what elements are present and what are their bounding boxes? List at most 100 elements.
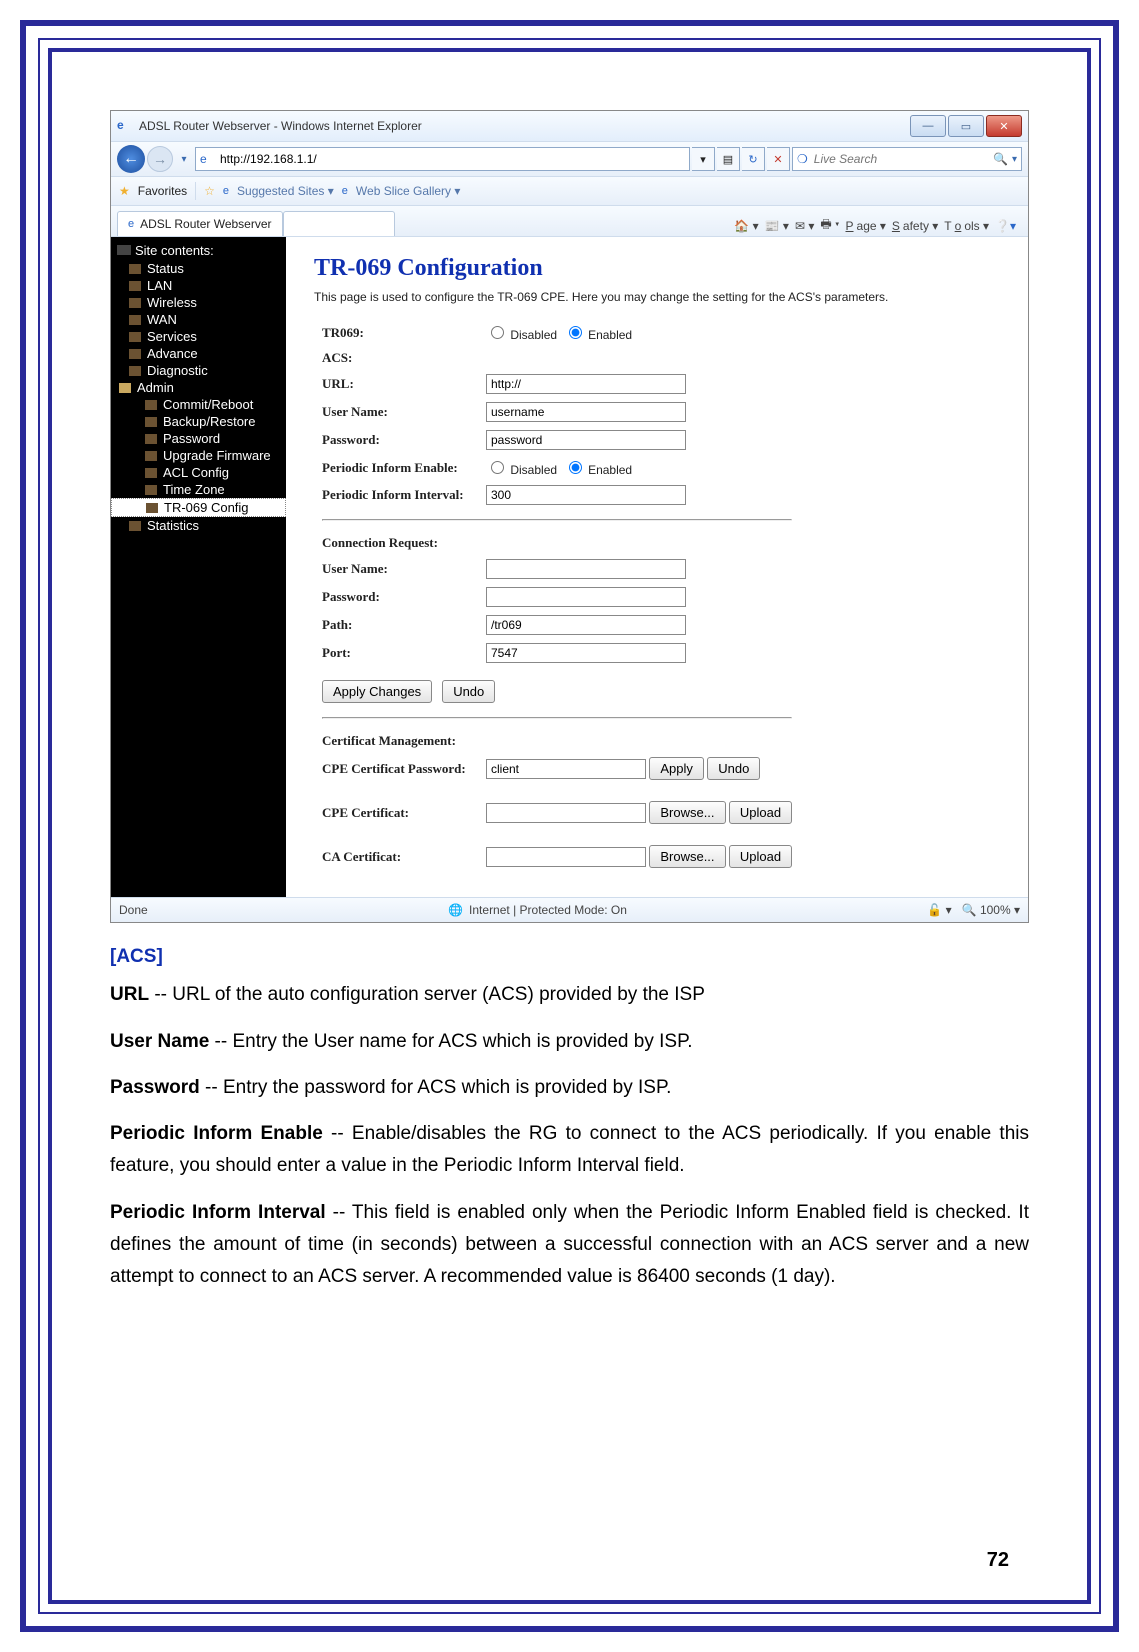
- label-cpe-cert-password: CPE Certificat Password:: [316, 754, 478, 783]
- pie-disabled-radio[interactable]: [491, 461, 504, 474]
- p-password: Password -- Entry the password for ACS w…: [110, 1072, 1029, 1104]
- cr-username-input[interactable]: [486, 559, 686, 579]
- favorites-label[interactable]: Favorites: [138, 184, 187, 198]
- p-url: URL -- URL of the auto configuration ser…: [110, 979, 1029, 1011]
- mail-button[interactable]: ✉ ▾: [795, 219, 814, 233]
- compat-view-button[interactable]: ▤: [717, 147, 740, 171]
- address-bar: e: [195, 147, 690, 171]
- ca-cert-path-input[interactable]: [486, 847, 646, 867]
- label-url: URL:: [316, 371, 478, 397]
- suggested-star-icon: ☆: [204, 184, 215, 198]
- ie-command-bar: 🏠 ▾ 📰 ▾ ✉ ▾ 🖶 ▾ PPageage ▾ Safety ▾ Tool…: [395, 215, 1022, 236]
- label-port: Port:: [316, 640, 478, 666]
- page-menu[interactable]: PPageage ▾: [846, 219, 886, 233]
- new-tab-button[interactable]: [283, 211, 395, 236]
- acs-username-input[interactable]: [486, 402, 686, 422]
- ie-favicon-icon: e: [117, 118, 133, 134]
- sidebar-item-upgrade-firmware[interactable]: Upgrade Firmware: [111, 447, 286, 464]
- label-password: Password:: [316, 427, 478, 453]
- path-input[interactable]: [486, 615, 686, 635]
- help-button[interactable]: ❔▾: [995, 219, 1016, 233]
- close-button[interactable]: ✕: [986, 115, 1022, 137]
- divider: [322, 519, 792, 521]
- sidebar-item-statistics[interactable]: Statistics: [111, 517, 286, 534]
- sidebar-item-wireless[interactable]: Wireless: [111, 294, 286, 311]
- sidebar-title: Site contents:: [111, 241, 286, 260]
- sidebar-item-diagnostic[interactable]: Diagnostic: [111, 362, 286, 379]
- search-icon[interactable]: 🔍: [993, 152, 1008, 166]
- recent-pages-button[interactable]: ▾: [177, 145, 191, 173]
- label-path: Path:: [316, 612, 478, 638]
- folder-icon: [129, 521, 141, 531]
- sidebar-item-acl-config[interactable]: ACL Config: [111, 464, 286, 481]
- search-dropdown[interactable]: ▾: [1012, 154, 1017, 165]
- folder-icon: [145, 485, 157, 495]
- tr069-enabled-radio[interactable]: [569, 326, 582, 339]
- cpe-browse-button[interactable]: Browse...: [649, 801, 725, 824]
- bing-icon: ❍: [797, 152, 808, 166]
- ca-browse-button[interactable]: Browse...: [649, 845, 725, 868]
- cpe-upload-button[interactable]: Upload: [729, 801, 792, 824]
- port-input[interactable]: [486, 643, 686, 663]
- folder-icon: [129, 366, 141, 376]
- protected-mode-icon[interactable]: 🔓 ▾: [927, 903, 951, 917]
- home-button[interactable]: 🏠 ▾: [734, 219, 758, 233]
- page-heading: TR-069 Configuration: [314, 255, 1000, 282]
- sidebar-item-password[interactable]: Password: [111, 430, 286, 447]
- maximize-button[interactable]: ▭: [948, 115, 984, 137]
- feeds-button[interactable]: 📰 ▾: [765, 219, 789, 233]
- sidebar-item-lan[interactable]: LAN: [111, 277, 286, 294]
- forward-button[interactable]: →: [147, 146, 173, 172]
- addr-dropdown-button[interactable]: ▾: [692, 147, 715, 171]
- cr-password-input[interactable]: [486, 587, 686, 607]
- apply-changes-button[interactable]: Apply Changes: [322, 680, 432, 703]
- ie-viewport: Site contents: Status LAN Wireless WAN S…: [111, 237, 1028, 897]
- pie-enabled-radio[interactable]: [569, 461, 582, 474]
- acs-url-input[interactable]: [486, 374, 686, 394]
- folder-icon: [145, 434, 157, 444]
- section-heading-acs: [ACS]: [110, 941, 1029, 973]
- tab-adsl-router[interactable]: e ADSL Router Webserver: [117, 211, 283, 236]
- window-title: ADSL Router Webserver - Windows Internet…: [139, 119, 910, 133]
- search-input[interactable]: [812, 151, 993, 167]
- interval-input[interactable]: [486, 485, 686, 505]
- sidebar-item-backup-restore[interactable]: Backup/Restore: [111, 413, 286, 430]
- ca-upload-button[interactable]: Upload: [729, 845, 792, 868]
- refresh-button[interactable]: ↻: [742, 147, 765, 171]
- sidebar-item-status[interactable]: Status: [111, 260, 286, 277]
- zoom-control[interactable]: 🔍 100% ▾: [962, 903, 1020, 917]
- sidebar-item-services[interactable]: Services: [111, 328, 286, 345]
- suggested-sites-link[interactable]: Suggested Sites ▾: [237, 184, 334, 198]
- label-cpe-cert: CPE Certificat:: [316, 785, 478, 827]
- tab-favicon-icon: e: [128, 218, 134, 230]
- cpe-cert-password-input[interactable]: [486, 759, 646, 779]
- sidebar-item-commit-reboot[interactable]: Commit/Reboot: [111, 396, 286, 413]
- favorites-star-icon[interactable]: ★: [119, 184, 130, 198]
- tab-title: ADSL Router Webserver: [140, 217, 271, 231]
- main-content: TR-069 Configuration This page is used t…: [286, 237, 1028, 897]
- sidebar-item-wan[interactable]: WAN: [111, 311, 286, 328]
- cert-apply-button[interactable]: Apply: [649, 757, 704, 780]
- cert-undo-button[interactable]: Undo: [707, 757, 760, 780]
- cpe-cert-path-input[interactable]: [486, 803, 646, 823]
- minimize-button[interactable]: —: [910, 115, 946, 137]
- label-periodic-inform-enable: Periodic Inform Enable:: [316, 455, 478, 480]
- folder-icon: [129, 264, 141, 274]
- print-button[interactable]: 🖶 ▾: [820, 215, 839, 236]
- stop-button[interactable]: ✕: [767, 147, 790, 171]
- search-box: ❍ 🔍 ▾: [792, 147, 1022, 171]
- sidebar-item-advance[interactable]: Advance: [111, 345, 286, 362]
- web-slice-link[interactable]: Web Slice Gallery ▾: [356, 184, 461, 198]
- sidebar-item-time-zone[interactable]: Time Zone: [111, 481, 286, 498]
- undo-button[interactable]: Undo: [442, 680, 495, 703]
- ie-nav-bar: ← → ▾ e ▾ ▤ ↻ ✕ ❍ 🔍 ▾: [111, 141, 1028, 177]
- url-input[interactable]: [218, 151, 685, 167]
- tools-menu[interactable]: Tools ▾: [944, 219, 989, 233]
- sidebar-item-tr069-config[interactable]: TR-069 Config: [111, 498, 286, 517]
- sidebar-item-admin[interactable]: Admin: [111, 379, 286, 396]
- back-button[interactable]: ←: [117, 145, 145, 173]
- safety-menu[interactable]: Safety ▾: [892, 219, 938, 233]
- tr069-disabled-radio[interactable]: [491, 326, 504, 339]
- label-tr069: TR069:: [316, 320, 478, 345]
- acs-password-input[interactable]: [486, 430, 686, 450]
